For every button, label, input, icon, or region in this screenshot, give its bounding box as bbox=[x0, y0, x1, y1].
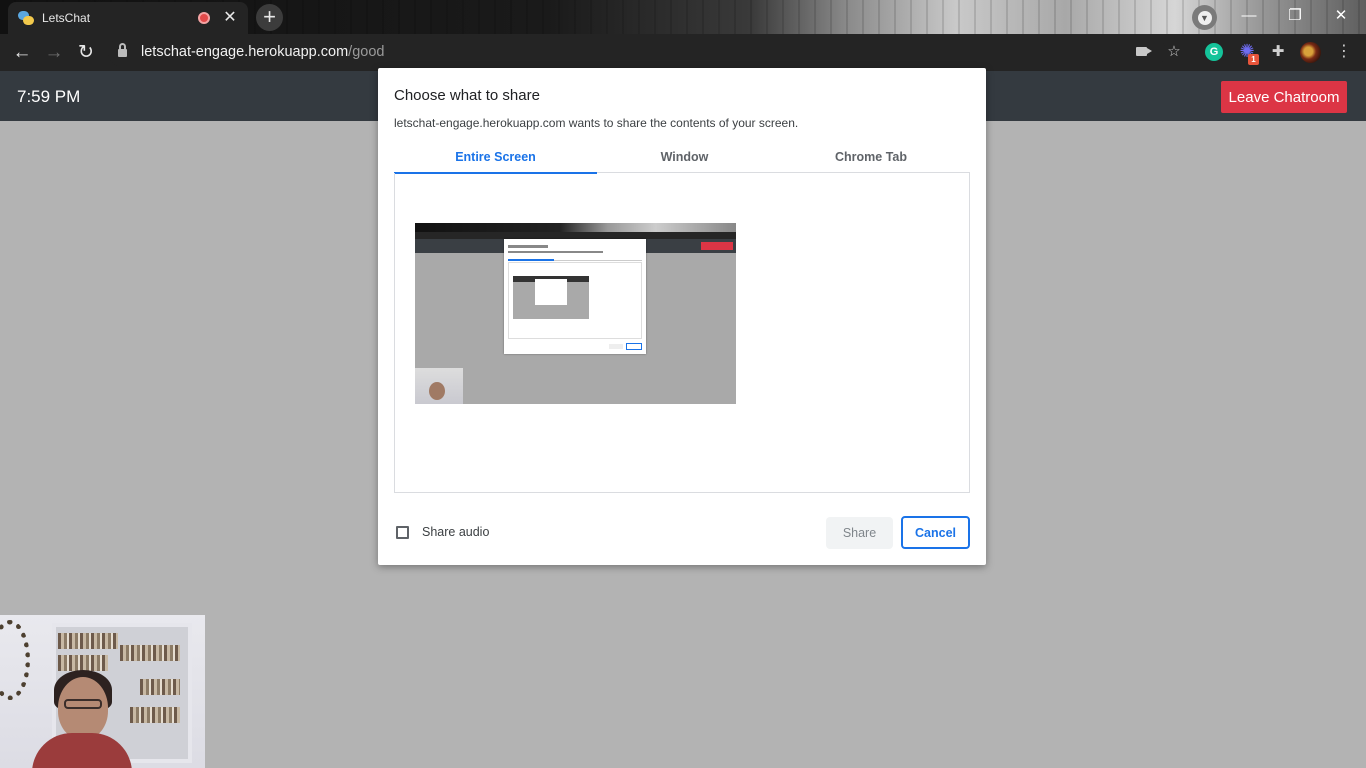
letschat-favicon-icon bbox=[18, 10, 34, 26]
dialog-subtitle: letschat-engage.herokuapp.com wants to s… bbox=[394, 116, 799, 130]
share-audio-checkbox[interactable] bbox=[396, 526, 409, 539]
grammarly-extension-icon[interactable]: G bbox=[1205, 43, 1223, 61]
url-path: /good bbox=[348, 44, 385, 60]
url-host: letschat-engage.herokuapp.com bbox=[141, 44, 349, 60]
leave-chatroom-button[interactable]: Leave Chatroom bbox=[1221, 81, 1347, 113]
camera-in-use-icon[interactable] bbox=[1136, 47, 1152, 56]
close-tab-icon[interactable]: ✕ bbox=[222, 10, 238, 26]
browser-toolbar: ← → ↻ letschat-engage.herokuapp.com/good… bbox=[0, 34, 1366, 71]
dialog-title: Choose what to share bbox=[394, 87, 540, 104]
browser-tab[interactable]: LetsChat ✕ bbox=[8, 2, 248, 34]
extension-badge: 1 bbox=[1248, 54, 1259, 65]
address-bar[interactable]: letschat-engage.herokuapp.com/good bbox=[108, 37, 1166, 67]
tab-title: LetsChat bbox=[42, 11, 91, 25]
screen-thumbnail[interactable] bbox=[415, 223, 736, 404]
source-picker bbox=[394, 173, 970, 493]
more-menu-icon[interactable]: ⋮ bbox=[1336, 42, 1352, 62]
clock-text: 7:59 PM bbox=[17, 87, 81, 106]
lock-icon[interactable] bbox=[118, 43, 127, 59]
forward-arrow-icon[interactable]: → bbox=[40, 39, 68, 67]
self-video bbox=[0, 615, 205, 768]
back-arrow-icon[interactable]: ← bbox=[8, 39, 36, 67]
tab-chrome-tab[interactable]: Chrome Tab bbox=[772, 147, 970, 173]
reload-icon[interactable]: ↻ bbox=[72, 39, 100, 67]
tab-window[interactable]: Window bbox=[597, 147, 772, 173]
tab-search-button[interactable]: ▼ bbox=[1192, 5, 1217, 30]
cancel-button[interactable]: Cancel bbox=[901, 516, 970, 549]
share-button[interactable]: Share bbox=[826, 517, 893, 549]
new-tab-button[interactable]: + bbox=[256, 4, 283, 31]
tab-entire-screen[interactable]: Entire Screen bbox=[394, 147, 597, 174]
chevron-down-icon: ▼ bbox=[1197, 10, 1212, 25]
profile-avatar[interactable] bbox=[1300, 42, 1321, 63]
puzzle-extensions-icon[interactable]: ✚ bbox=[1268, 42, 1288, 62]
close-window-button[interactable]: ✕ bbox=[1318, 0, 1364, 30]
share-tabs: Entire Screen Window Chrome Tab bbox=[394, 147, 970, 174]
recording-indicator-icon bbox=[198, 12, 210, 24]
minimize-window-button[interactable]: — bbox=[1226, 0, 1272, 30]
restore-window-button[interactable]: ❐ bbox=[1272, 0, 1318, 30]
share-screen-dialog: Choose what to share letschat-engage.her… bbox=[378, 68, 986, 565]
share-audio-label: Share audio bbox=[422, 525, 490, 539]
bookmark-star-icon[interactable]: ☆ bbox=[1164, 42, 1184, 62]
cable-decoration bbox=[0, 620, 30, 700]
